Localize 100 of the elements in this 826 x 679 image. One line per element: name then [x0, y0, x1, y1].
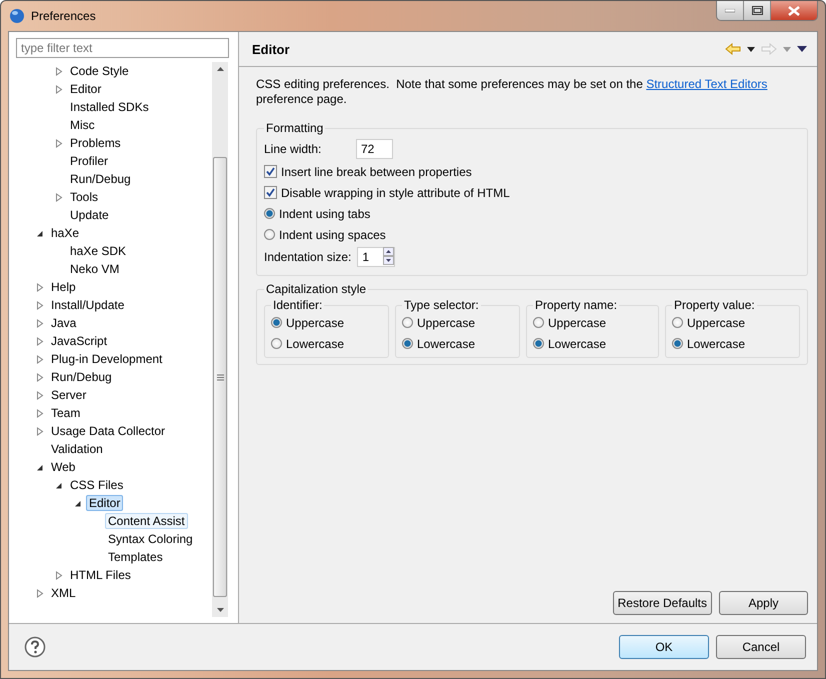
tree-item[interactable]: Profiler — [67, 153, 112, 169]
tree-item[interactable]: JavaScript — [48, 333, 110, 349]
expand-icon[interactable] — [55, 138, 63, 148]
dropdown-icon[interactable] — [747, 46, 755, 52]
dialog-button[interactable]: Cancel — [716, 635, 806, 659]
expand-icon[interactable] — [36, 336, 44, 346]
expand-icon[interactable] — [36, 390, 44, 400]
tree-item[interactable]: Team — [48, 405, 84, 421]
radio-button[interactable] — [271, 338, 282, 349]
indentation-size-spinner[interactable]: 1 — [357, 247, 396, 267]
tree-item[interactable]: Syntax Coloring — [105, 531, 196, 547]
minimize-icon — [725, 8, 735, 12]
group-title: Identifier: — [272, 298, 324, 312]
collapse-icon[interactable] — [36, 228, 44, 238]
tree-item[interactable]: Validation — [48, 441, 106, 457]
tree-item[interactable]: Templates — [105, 549, 166, 565]
tree-item[interactable]: Code Style — [67, 63, 132, 79]
radio-button[interactable] — [533, 338, 544, 349]
expand-icon[interactable] — [55, 84, 63, 94]
maximize-button[interactable] — [744, 1, 771, 20]
globe-icon — [9, 8, 25, 24]
tree-item[interactable]: Problems — [67, 135, 124, 151]
close-icon — [788, 6, 800, 16]
tree-item[interactable]: Installed SDKs — [67, 99, 152, 115]
radio-label: Uppercase — [286, 316, 344, 330]
back-arrow-icon[interactable] — [725, 43, 741, 55]
group-title: Capitalization style — [265, 282, 368, 296]
radio-button[interactable] — [672, 338, 683, 349]
radio-button[interactable] — [672, 317, 683, 328]
checkbox-label: Disable wrapping in style attribute of HTML — [281, 186, 510, 200]
scroll-thumb[interactable] — [213, 157, 227, 597]
page-button[interactable]: Apply — [719, 591, 808, 615]
tree-item[interactable]: haXe — [48, 225, 82, 241]
tree-item[interactable]: Usage Data Collector — [48, 423, 168, 439]
collapse-icon[interactable] — [55, 480, 63, 490]
expand-icon[interactable] — [36, 300, 44, 310]
radio-button[interactable] — [271, 317, 282, 328]
expand-icon[interactable] — [36, 318, 44, 328]
expand-icon[interactable] — [55, 570, 63, 580]
checkbox[interactable] — [264, 186, 277, 199]
scroll-down-icon[interactable] — [216, 608, 224, 612]
checkbox-label: Insert line break between properties — [281, 164, 472, 178]
radio-button[interactable] — [264, 229, 275, 240]
collapse-icon[interactable] — [36, 462, 44, 472]
tree-item[interactable]: Help — [48, 279, 79, 295]
expand-icon[interactable] — [36, 354, 44, 364]
tree-item[interactable]: Editor — [86, 495, 124, 511]
window-title: Preferences — [31, 9, 97, 23]
collapse-icon[interactable] — [74, 498, 82, 508]
expand-icon[interactable] — [36, 372, 44, 382]
group-title: Formatting — [265, 121, 324, 135]
radio-button[interactable] — [264, 208, 275, 219]
tree-item[interactable]: HTML Files — [67, 567, 134, 583]
tree-item[interactable]: haXe SDK — [67, 243, 130, 259]
tree-item[interactable]: CSS Files — [67, 477, 126, 493]
radio-label: Lowercase — [548, 336, 606, 350]
structured-text-editors-link[interactable]: Structured Text Editors — [646, 77, 768, 91]
tree-item[interactable]: Neko VM — [67, 261, 122, 277]
field-label: Indentation size: — [264, 250, 352, 264]
radio-label: Lowercase — [417, 336, 476, 350]
tree-item[interactable]: Run/Debug — [67, 171, 134, 187]
scroll-up-icon[interactable] — [216, 67, 224, 71]
scrollbar[interactable] — [212, 62, 228, 617]
tree-item[interactable]: Web — [48, 459, 78, 475]
dialog-button[interactable]: OK — [619, 635, 709, 659]
tree-item[interactable]: Content Assist — [105, 513, 188, 529]
description-text: CSS editing preferences. Note that some preferences may be set on the Structured Text Editors preference page. — [256, 77, 768, 107]
checkbox[interactable] — [264, 165, 277, 178]
tree-item[interactable]: Install/Update — [48, 297, 128, 313]
expand-icon[interactable] — [36, 282, 44, 292]
radio-label: Indent using spaces — [279, 228, 386, 242]
expand-icon[interactable] — [55, 192, 63, 202]
expand-icon[interactable] — [36, 426, 44, 436]
radio-label: Lowercase — [286, 336, 344, 350]
close-button[interactable] — [771, 1, 817, 20]
group-title: Property name: — [534, 298, 618, 312]
radio-label: Indent using tabs — [279, 206, 370, 220]
menu-icon[interactable] — [797, 46, 807, 52]
filter-field[interactable]: type filter text — [16, 38, 229, 58]
help-icon[interactable] — [24, 636, 46, 658]
tree-item[interactable]: Editor — [67, 81, 104, 97]
tree-item[interactable]: Update — [67, 207, 112, 223]
expand-icon[interactable] — [36, 408, 44, 418]
tree-item[interactable]: Java — [48, 315, 80, 331]
line-width-field[interactable]: 72 — [356, 139, 393, 159]
tree-item[interactable]: Plug-in Development — [48, 351, 166, 367]
tree-item[interactable]: Misc — [67, 117, 98, 133]
tree-item[interactable]: Run/Debug — [48, 369, 115, 385]
tree-item[interactable]: Server — [48, 387, 90, 403]
tree-item[interactable]: XML — [48, 585, 79, 601]
maximize-icon — [752, 6, 762, 15]
radio-button[interactable] — [402, 317, 413, 328]
radio-button[interactable] — [533, 317, 544, 328]
tree-item[interactable]: Tools — [67, 189, 102, 205]
page-button[interactable]: Restore Defaults — [612, 591, 712, 615]
radio-label: Uppercase — [687, 316, 746, 330]
group-title: Property value: — [673, 298, 756, 312]
radio-button[interactable] — [402, 338, 413, 349]
expand-icon[interactable] — [36, 588, 44, 598]
expand-icon[interactable] — [55, 66, 63, 76]
